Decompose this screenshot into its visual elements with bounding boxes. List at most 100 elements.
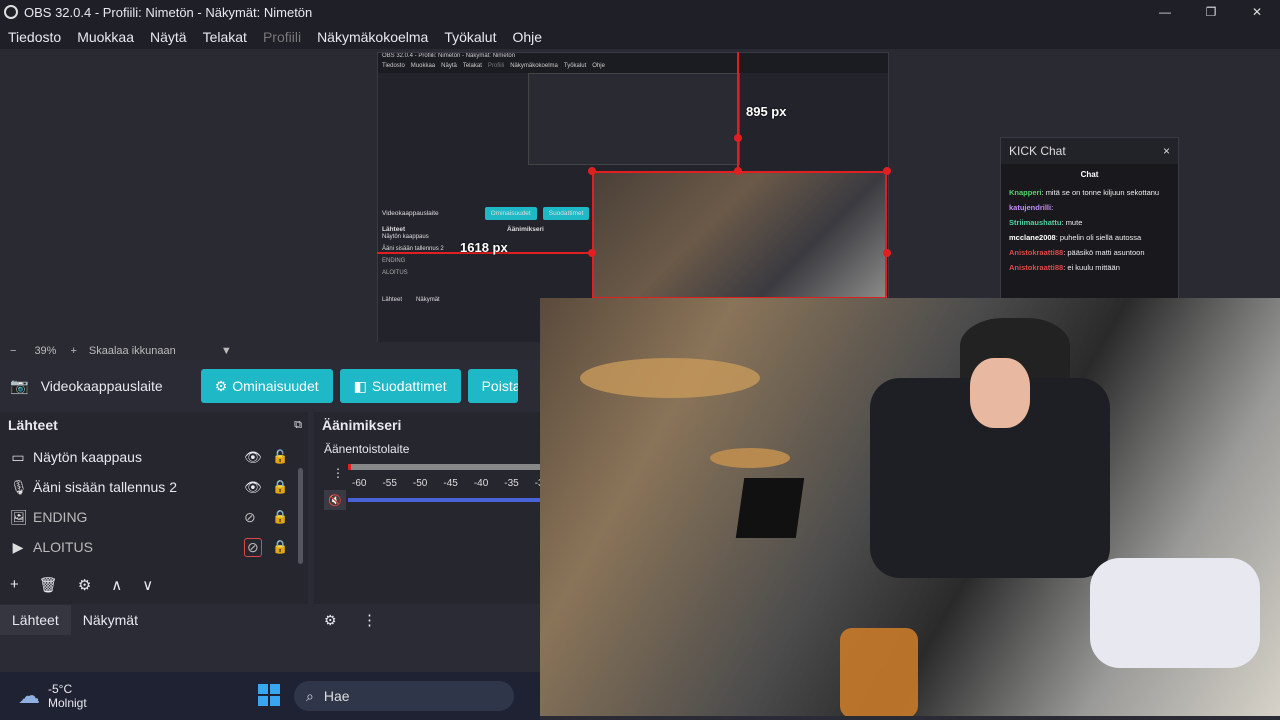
weather-temp: -5°C [48,682,73,696]
close-button[interactable]: ✕ [1234,0,1280,24]
menu-telakat[interactable]: Telakat [195,29,255,45]
undock-icon[interactable]: ⧉ [294,419,302,432]
source-settings-button[interactable]: ⚙ [78,576,91,594]
kick-chat-header: Chat [1080,170,1099,179]
eye-hidden-icon[interactable]: ⊘ [244,537,262,557]
selected-source-bounding-box[interactable] [592,171,887,299]
inner-nested-preview [528,73,740,165]
source-name: ALOITUS [33,539,93,555]
menu-nakymakokoelma[interactable]: Näkymäkokoelma [309,29,436,45]
add-source-button[interactable]: + [10,576,19,594]
audio-mixer-dock: Äänimikseri Äänentoistolaite ⋮ -60 -55 -50… [314,412,549,604]
menu-ohje[interactable]: Ohje [504,29,550,45]
zoom-out-button[interactable]: − [10,345,16,357]
zoom-level: 39% [34,345,57,357]
lock-icon[interactable]: 🔒 [272,539,288,555]
mixer-settings-icon[interactable]: ⚙ [324,612,337,629]
cloud-icon: ☁ [18,683,40,708]
source-name: Ääni sisään tallennus 2 [33,479,177,495]
eye-hidden-icon[interactable]: ⊘ [244,509,256,526]
minimize-button[interactable]: — [1142,0,1188,24]
source-name: Näytön kaappaus [33,449,142,465]
gear-icon: ⚙ [214,377,228,394]
transform-handle[interactable] [734,134,742,142]
sources-title: Lähteet [8,417,58,433]
transform-handle[interactable] [883,167,891,175]
transform-handle[interactable] [588,249,596,257]
unlock-icon[interactable]: 🔓 [272,449,288,465]
kick-chat-panel: KICK Chat × Chat Knapperi: mitä se on to… [1000,137,1179,299]
window-controls: — ❐ ✕ [1142,0,1280,24]
lock-icon[interactable]: 🔒 [272,479,288,495]
source-item-aloitus[interactable]: ▶ ALOITUS ⊘ 🔒 [0,532,308,562]
keyboard-shape [735,478,805,538]
remove-button[interactable]: Poista [467,369,518,403]
volume-slider[interactable] [348,498,540,502]
window-title: OBS 32.0.4 - Profiili: Nimetön - Näkymät… [24,4,313,20]
inner-mixer-title: Äänimikseri [507,226,544,233]
transform-handle[interactable] [883,249,891,257]
inner-filters-button: Suodattimet [542,207,590,220]
kick-chat-titlebar: KICK Chat × [1001,138,1178,164]
weather-condition: Molnigt [48,696,87,710]
chat-message: Striimaushattu: mute [1009,218,1083,227]
kick-chat-close-button[interactable]: × [1163,144,1170,158]
transform-handle[interactable] [734,167,742,175]
camera-icon: 📷 [10,378,29,395]
menu-tyokalut[interactable]: Työkalut [436,29,504,45]
mixer-menu-icon[interactable]: ⋮ [332,466,344,480]
eye-icon[interactable]: 👁 [244,479,262,496]
inner-title: OBS 32.0.4 - Profiili: Nimetön - Näkymät… [378,53,888,63]
properties-button[interactable]: ⚙ Ominaisuudet [200,369,333,403]
mixer-title: Äänimikseri [322,417,402,433]
eye-icon[interactable]: 👁 [244,449,262,466]
source-name: ENDING [33,509,88,525]
chat-message: katujendrilli: [1009,203,1054,212]
taskbar-search[interactable]: ⌕ Hae [294,681,514,711]
px-label-horizontal: 1618 px [460,240,508,255]
menu-tiedosto[interactable]: Tiedosto [0,29,69,45]
tab-sources[interactable]: Lähteet [0,605,71,635]
mixer-more-icon[interactable]: ⋮ [362,611,377,629]
mic-icon: 🎙 [10,478,28,495]
inner-tabs: Lähteet Näkymät [382,297,440,303]
table-shape [580,358,760,398]
zoom-in-button[interactable]: + [70,345,76,357]
stool-shape [710,448,790,468]
obs-logo-icon [4,5,18,19]
tab-scenes[interactable]: Näkymät [70,605,150,635]
inner-source-label: Videokaappauslaite [382,210,439,217]
search-placeholder: Hae [323,688,350,704]
transform-handle[interactable] [588,167,596,175]
weather-widget[interactable]: ☁ -5°C Molnigt [18,682,87,710]
maximize-button[interactable]: ❐ [1188,0,1234,24]
lock-icon[interactable]: 🔒 [272,509,288,525]
camera-video-feed [540,298,1280,716]
windows-start-icon[interactable] [258,684,280,706]
dock-tabs: Lähteet Näkymät [0,605,150,635]
move-down-button[interactable]: ∨ [142,576,153,594]
sources-dock-header: Lähteet ⧉ [0,412,308,438]
filters-button[interactable]: ◧ Suodattimet [339,369,461,403]
source-item-ending[interactable]: 🖼 ENDING ⊘ 🔒 [0,502,308,532]
monitor-icon: ▭ [11,448,25,465]
move-up-button[interactable]: ∧ [111,576,122,594]
trash-icon[interactable]: 🗑 [39,576,58,594]
jar-shape [840,628,918,716]
filter-icon: ◧ [353,377,367,394]
menu-profiili[interactable]: Profiili [255,29,309,45]
source-item-aani[interactable]: 🎙 Ääni sisään tallennus 2 👁 🔒 [0,472,308,502]
scale-mode-select[interactable]: Skaalaa ikkunaan [89,345,211,357]
sources-scrollbar[interactable] [298,468,303,564]
meter-ticks: -60-55-50-45-40-35-30 [352,478,549,489]
image-icon: 🖼 [10,508,28,525]
face-shape [970,358,1030,428]
mute-icon[interactable]: 🔇 [324,490,346,510]
inner-menu: Tiedosto Muokkaa Näytä Telakat Profiili Näkym… [378,63,888,73]
chevron-down-icon[interactable]: ▼ [221,345,232,357]
menu-nayta[interactable]: Näytä [142,29,195,45]
mixer-channel: ⋮ -60-55-50-45-40-35-30 🔇 [324,462,549,510]
menu-muokkaa[interactable]: Muokkaa [69,29,142,45]
chat-message: Anistokraatti88: pääsikö matti asuntoon [1009,248,1145,257]
source-item-naytonkaappaus[interactable]: ▭ Näytön kaappaus 👁 🔓 [0,442,308,472]
